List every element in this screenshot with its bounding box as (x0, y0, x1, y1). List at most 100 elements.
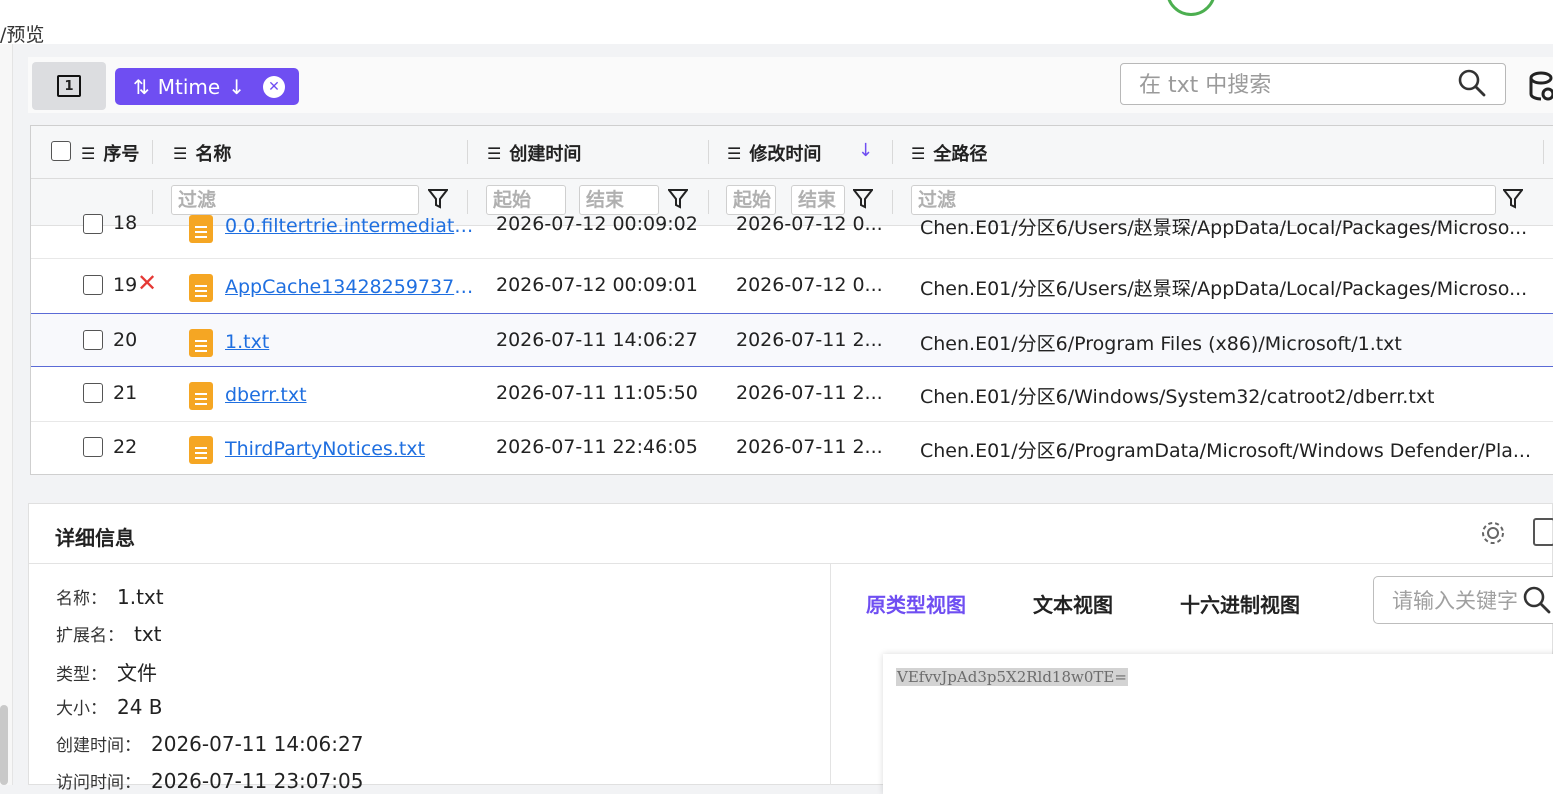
detail-field-type: 类型： 文件 (56, 661, 157, 685)
modified-time: 2026-07-12 0... (736, 213, 883, 235)
row-number: 18 (113, 212, 138, 234)
column-header-path[interactable]: ☰ 全路径 (911, 140, 987, 166)
detail-field-extension: 扩展名： txt (56, 622, 162, 646)
column-header-no[interactable]: ☰ 序号 (81, 140, 139, 166)
detail-field-size: 大小： 24 B (56, 695, 163, 719)
top-bar (0, 0, 1553, 44)
row-number: 20 (113, 329, 138, 351)
divider (29, 563, 1553, 564)
row-number: 22 (113, 436, 138, 458)
row-checkbox[interactable] (83, 383, 103, 403)
column-header-created[interactable]: ☰ 创建时间 (487, 140, 581, 166)
tab-original-view[interactable]: 原类型视图 (866, 589, 966, 618)
file-name-link[interactable]: AppCache134282597374196 (225, 276, 475, 298)
filter-icon[interactable] (1503, 188, 1523, 210)
full-path: Chen.E01/分区6/Users/赵景琛/AppData/Local/Pac… (920, 278, 1528, 300)
panel-splitter[interactable] (830, 564, 831, 785)
database-settings-icon[interactable] (1528, 70, 1553, 102)
text-file-icon (189, 436, 213, 464)
file-content-text[interactable]: VEfvvJpAd3p5X2Rld18w0TE= (896, 668, 1128, 686)
sort-chip[interactable]: ⇅ Mtime ↓ ✕ (115, 68, 299, 105)
file-name-link[interactable]: 1.txt (225, 331, 475, 353)
tab-text-view[interactable]: 文本视图 (1033, 589, 1113, 618)
error-x-icon: ✕ (137, 269, 158, 297)
modified-start-input[interactable]: 起始 (726, 185, 776, 215)
column-menu-icon[interactable]: ☰ (487, 144, 501, 163)
text-file-icon (189, 274, 213, 302)
created-end-input[interactable]: 结束 (579, 185, 659, 215)
full-path: Chen.E01/分区6/Program Files (x86)/Microso… (920, 333, 1402, 355)
table-row[interactable]: 22 ThirdPartyNotices.txt 2026-07-11 22:4… (31, 421, 1553, 474)
text-file-icon (189, 382, 213, 410)
search-icon[interactable] (1522, 585, 1552, 615)
full-path: Chen.E01/分区6/ProgramData/Microsoft/Windo… (920, 440, 1532, 462)
keyword-search-input[interactable] (1390, 586, 1524, 616)
column-header-modified[interactable]: ☰ 修改时间 (727, 140, 821, 166)
full-path: Chen.E01/分区6/Users/赵景琛/AppData/Local/Pac… (920, 217, 1528, 239)
created-time: 2026-07-11 11:05:50 (496, 382, 698, 404)
detail-title: 详细信息 (55, 526, 135, 550)
file-name-link[interactable]: 0.0.filtertrie.intermediate.txt (225, 215, 475, 237)
sort-icon: ⇅ (133, 74, 150, 99)
detail-field-accessed: 访问时间： 2026-07-11 23:07:05 (56, 769, 364, 793)
name-filter-input[interactable]: 过滤 (171, 185, 419, 215)
file-name-link[interactable]: dberr.txt (225, 384, 475, 406)
left-scrollbar[interactable] (0, 705, 8, 785)
left-rail (0, 44, 13, 785)
row-checkbox[interactable] (83, 275, 103, 295)
select-all-checkbox[interactable] (51, 141, 71, 161)
table-search-box[interactable] (1120, 63, 1506, 105)
path-filter-input[interactable]: 过滤 (911, 185, 1496, 215)
clear-sort-icon[interactable]: ✕ (262, 75, 285, 98)
table-row[interactable]: 19 ✕ AppCache134282597374196 2026-07-12 … (31, 259, 1553, 314)
table-row-selected[interactable]: 20 1.txt 2026-07-11 14:06:27 2026-07-11 … (31, 313, 1553, 367)
column-menu-icon[interactable]: ☰ (81, 144, 95, 163)
table-row[interactable]: 21 dberr.txt 2026-07-11 11:05:50 2026-07… (31, 367, 1553, 422)
modified-time: 2026-07-12 0... (736, 274, 883, 296)
arrow-down-icon: ↓ (228, 74, 245, 99)
table-row[interactable]: 18 0.0.filtertrie.intermediate.txt 2026-… (31, 212, 1553, 259)
chevron-icon[interactable]: ⌄ (1440, 0, 1458, 3)
modified-end-input[interactable]: 结束 (791, 185, 845, 215)
column-divider[interactable] (1543, 140, 1544, 164)
row-number: 19 (113, 274, 138, 296)
column-menu-icon[interactable]: ☰ (173, 144, 187, 163)
filter-icon[interactable] (853, 188, 873, 210)
column-divider[interactable] (708, 140, 709, 164)
created-time: 2026-07-12 00:09:02 (496, 213, 698, 235)
column-menu-icon[interactable]: ☰ (727, 144, 741, 163)
keyword-search-box[interactable] (1373, 576, 1553, 624)
modified-time: 2026-07-11 2... (736, 436, 883, 458)
created-time: 2026-07-12 00:09:01 (496, 274, 698, 296)
window-icon[interactable]: ▢ (1316, 0, 1337, 3)
detail-field-created: 创建时间： 2026-07-11 14:06:27 (56, 732, 364, 756)
tab-hex-view[interactable]: 十六进制视图 (1180, 589, 1300, 618)
column-header-name[interactable]: ☰ 名称 (173, 140, 231, 166)
view-toggle-button[interactable]: 1 (32, 62, 106, 110)
created-start-input[interactable]: 起始 (486, 185, 566, 215)
table-header: ☰ 序号 ☰ 名称 ☰ 创建时间 ☰ 修改时间 ↓ ☰ 全路径 (31, 126, 1553, 179)
column-divider[interactable] (152, 140, 153, 164)
created-time: 2026-07-11 22:46:05 (496, 436, 698, 458)
row-checkbox[interactable] (83, 330, 103, 350)
row-checkbox[interactable] (83, 214, 103, 234)
gear-icon[interactable] (1478, 518, 1508, 548)
column-divider[interactable] (892, 140, 893, 164)
full-path: Chen.E01/分区6/Windows/System32/catroot2/d… (920, 386, 1435, 408)
column-divider (152, 190, 153, 214)
filter-icon[interactable] (428, 188, 448, 210)
column-menu-icon[interactable]: ☰ (911, 144, 925, 163)
text-file-icon (189, 329, 213, 357)
export-icon[interactable]: ⇄ (1255, 0, 1273, 3)
table-search-input[interactable] (1137, 70, 1441, 100)
sort-desc-icon[interactable]: ↓ (858, 140, 873, 161)
search-icon[interactable] (1457, 68, 1487, 98)
panel-toggle-icon[interactable] (1533, 518, 1553, 546)
column-divider[interactable] (467, 140, 468, 164)
column-divider (467, 190, 468, 214)
sort-field-label: Mtime (157, 74, 221, 99)
filter-icon[interactable] (668, 188, 688, 210)
file-name-link[interactable]: ThirdPartyNotices.txt (225, 438, 475, 460)
preview-tab-label[interactable]: /预览 (0, 20, 44, 47)
row-checkbox[interactable] (83, 437, 103, 457)
